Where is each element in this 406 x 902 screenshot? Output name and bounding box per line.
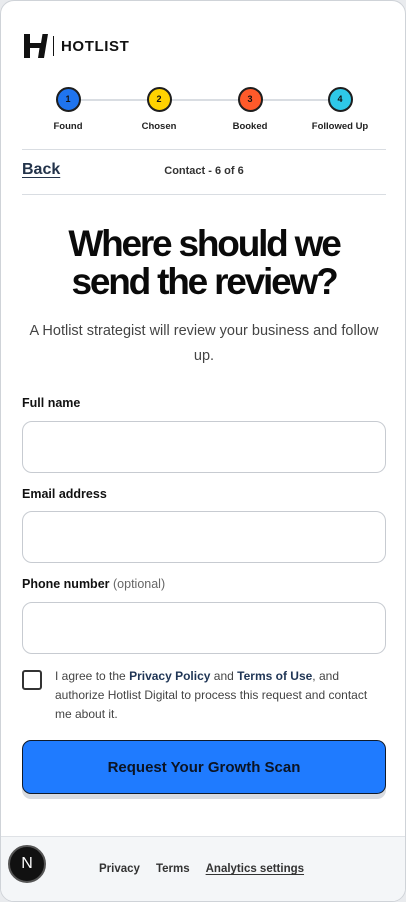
step-dot: 4 [327, 87, 353, 112]
step-label: Booked [232, 121, 268, 132]
request-growth-scan-button[interactable]: Request Your Growth Scan [22, 740, 386, 794]
step-dot: 1 [55, 87, 81, 112]
full-name-label: Full name [22, 396, 81, 410]
phone-label: Phone number (optional) [22, 577, 165, 591]
phone-input[interactable] [22, 602, 386, 654]
page-title: Where should we send the review? [11, 225, 397, 301]
step-booked: 3 Booked [210, 87, 290, 132]
phone-label-text: Phone number [22, 577, 110, 591]
title-line-1: Where should we [68, 223, 341, 264]
site-header: HOTLIST [22, 31, 129, 61]
brand-name: HOTLIST [61, 37, 130, 55]
hotlist-logo-icon [24, 34, 48, 58]
divider [22, 149, 386, 150]
progress-text: Contact - 6 of 6 [164, 165, 244, 177]
title-line-2: send the review? [71, 261, 338, 302]
terms-of-use-link[interactable]: Terms of Use [237, 669, 312, 683]
step-label: Followed Up [311, 121, 369, 132]
consent-prefix: I agree to the [55, 669, 130, 683]
step-dot: 2 [146, 87, 172, 112]
consent-checkbox[interactable] [22, 670, 42, 690]
page-subtitle: A Hotlist strategist will review your bu… [29, 323, 379, 364]
full-name-input[interactable] [22, 421, 386, 473]
analytics-settings-link[interactable]: Analytics settings [206, 863, 304, 875]
step-label: Chosen [141, 121, 177, 132]
email-input[interactable] [22, 511, 386, 563]
divider [22, 194, 386, 195]
footer-privacy-link[interactable]: Privacy [99, 863, 140, 875]
progress-stepper: 1 Found 2 Chosen 3 Booked 4 Followed Up [22, 87, 386, 137]
n-badge-icon[interactable]: N [8, 845, 46, 883]
footer: N Privacy Terms Analytics settings [1, 836, 405, 901]
step-chosen: 2 Chosen [119, 87, 199, 132]
email-label: Email address [22, 487, 107, 501]
step-label: Found [53, 121, 83, 132]
logo-divider [53, 36, 54, 56]
page-frame: HOTLIST 1 Found 2 Chosen 3 Booked 4 Foll… [0, 0, 406, 902]
step-followed-up: 4 Followed Up [300, 87, 380, 132]
optional-hint: (optional) [113, 577, 166, 591]
step-found: 1 Found [28, 87, 108, 132]
consent-text: I agree to the Privacy Policy and Terms … [55, 667, 386, 724]
privacy-policy-link[interactable]: Privacy Policy [129, 669, 210, 683]
footer-links: Privacy Terms Analytics settings [99, 863, 304, 875]
step-dot: 3 [237, 87, 263, 112]
consent-and: and [210, 669, 238, 683]
footer-terms-link[interactable]: Terms [156, 863, 190, 875]
